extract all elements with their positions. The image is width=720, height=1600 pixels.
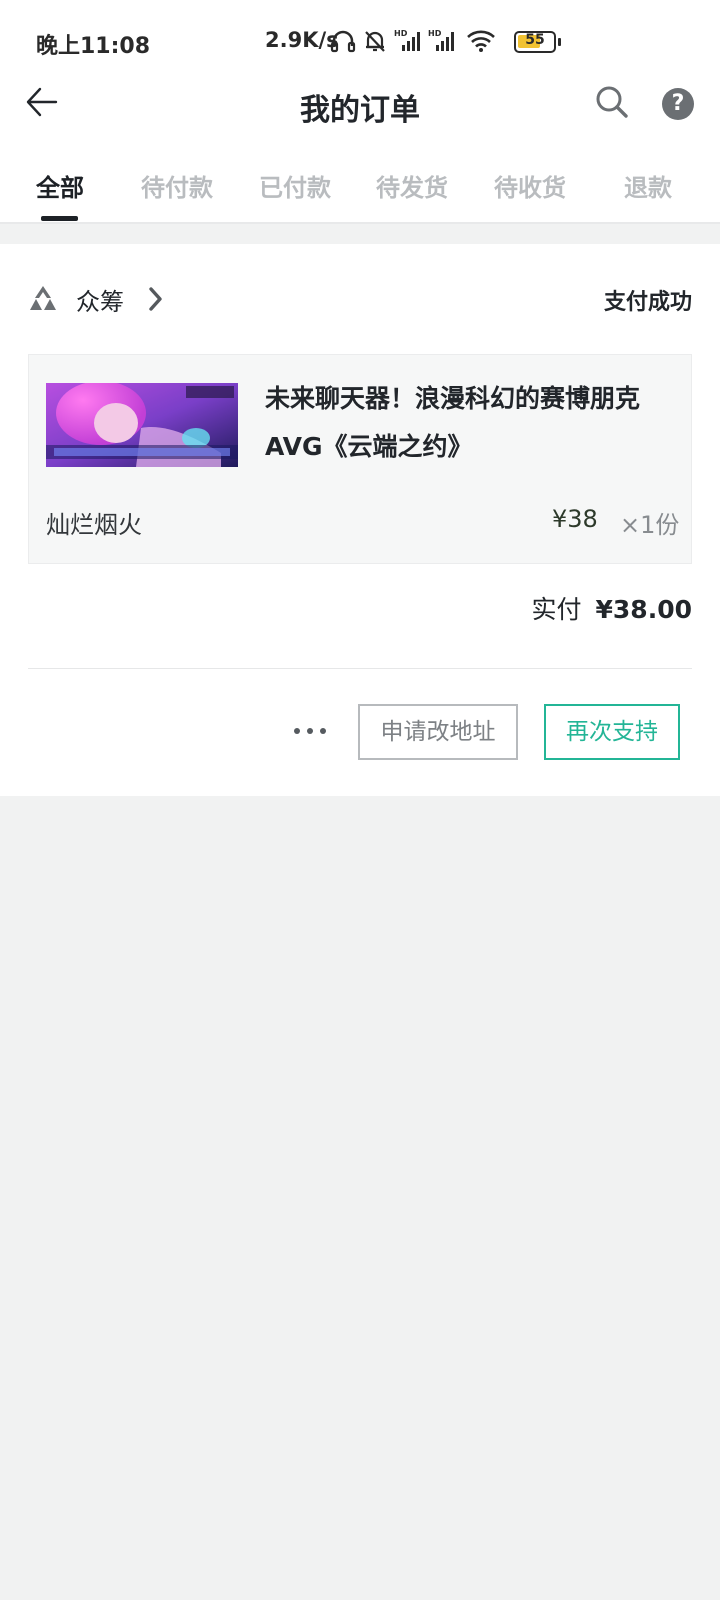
help-icon[interactable]: ?: [662, 88, 694, 120]
battery-tip: [558, 38, 561, 46]
bell-muted-icon: [365, 31, 385, 52]
product-thumbnail: [46, 383, 238, 467]
order-card: 众筹 支付成功 未来聊天器！浪漫科幻的赛博朋克 AVG《云端之约》 灿烂烟火 ¥…: [0, 244, 720, 796]
product-title-line-1: 未来聊天器！浪漫科幻的赛博朋克: [265, 384, 641, 413]
paid-amount: ¥38.00: [595, 595, 692, 624]
battery-level: 55: [525, 32, 545, 48]
store-name[interactable]: 众筹: [76, 282, 124, 317]
order-actions: 申请改地址 再次支持: [0, 704, 720, 760]
crowdfunding-logo-icon: [30, 286, 56, 310]
product-quantity: ×1份: [620, 511, 680, 539]
store-row[interactable]: 众筹 支付成功: [0, 274, 720, 324]
divider: [28, 668, 692, 669]
more-dot: [320, 728, 326, 734]
product-spec: 灿烂烟火: [46, 511, 142, 539]
svg-text:HD: HD: [394, 29, 408, 38]
top-bar: 晚上11:08 2.9K/s HD HD 55 我的订单 ? 全部 待付款 已付…: [0, 0, 720, 224]
tab-all[interactable]: 全部: [0, 168, 120, 203]
tab-paid[interactable]: 已付款: [235, 168, 355, 203]
product-title-line-2: AVG《云端之约》: [265, 432, 473, 461]
battery-icon: 55: [514, 31, 561, 53]
order-status: 支付成功: [603, 290, 692, 315]
more-dot: [307, 728, 313, 734]
tab-refund[interactable]: 退款: [588, 168, 708, 203]
hd-signal-icon: HD: [428, 29, 454, 51]
app-header: 我的订单 ?: [0, 78, 720, 130]
order-item[interactable]: 未来聊天器！浪漫科幻的赛博朋克 AVG《云端之约》 灿烂烟火 ¥38 ×1份: [28, 354, 692, 564]
order-tabs: 全部 待付款 已付款 待发货 待收货 退款: [0, 160, 720, 224]
paid-label: 实付: [531, 595, 582, 624]
product-price: ¥38: [552, 505, 598, 533]
status-bar: 晚上11:08 2.9K/s HD HD 55: [0, 0, 720, 84]
active-tab-indicator: [41, 216, 78, 221]
more-dots-icon[interactable]: [294, 710, 334, 750]
hd-signal-icon: HD: [394, 29, 420, 51]
more-dot: [294, 728, 300, 734]
paid-summary: 实付 ¥38.00: [532, 590, 693, 626]
headphones-icon: [330, 30, 356, 53]
change-address-button[interactable]: 申请改地址: [358, 704, 518, 760]
search-icon[interactable]: [592, 82, 632, 122]
chevron-right-icon: [149, 287, 162, 311]
product-title: 未来聊天器！浪漫科幻的赛博朋克 AVG《云端之约》: [265, 375, 675, 471]
support-again-button[interactable]: 再次支持: [544, 704, 680, 760]
svg-text:HD: HD: [428, 29, 442, 38]
tab-pending-payment[interactable]: 待付款: [117, 168, 237, 203]
status-net-speed: 2.9K/s: [265, 28, 339, 52]
tab-pending-receipt[interactable]: 待收货: [470, 168, 590, 203]
status-time: 晚上11:08: [36, 34, 151, 59]
wifi-icon: [467, 30, 495, 52]
tab-pending-shipment[interactable]: 待发货: [352, 168, 472, 203]
